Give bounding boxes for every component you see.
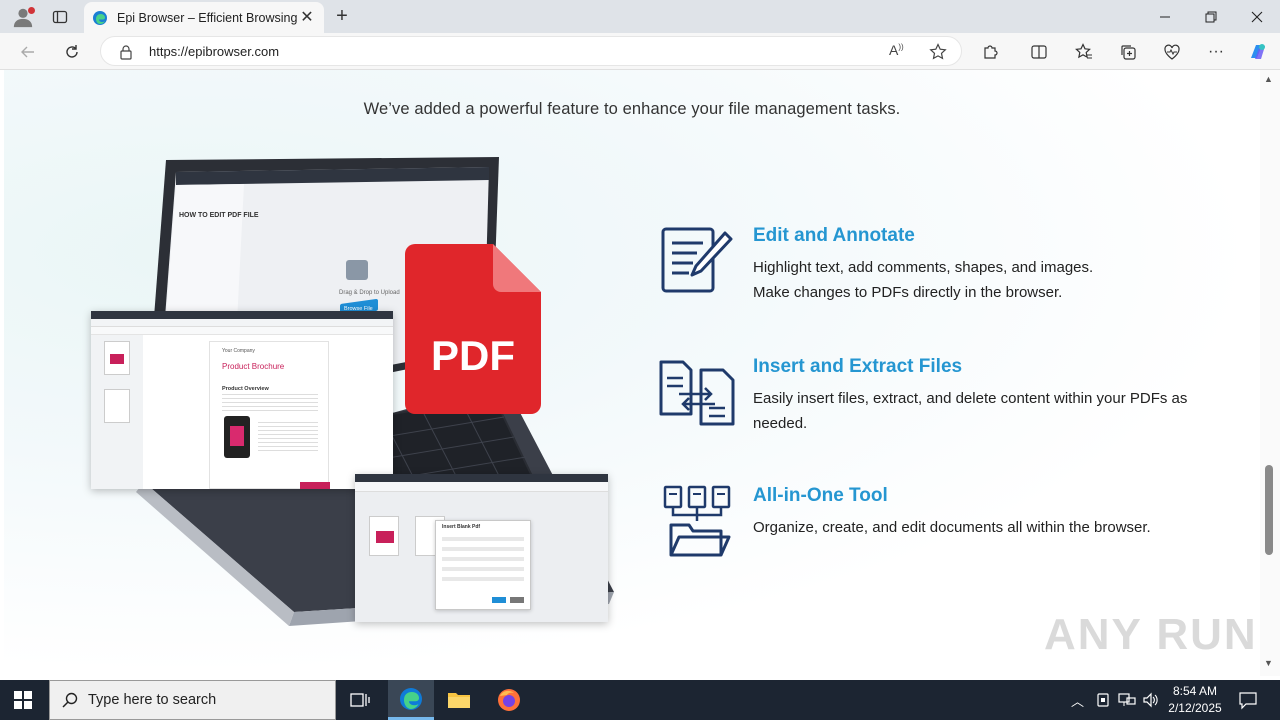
collections-icon [1121,45,1136,60]
scroll-thumb[interactable] [1265,465,1273,555]
copilot-button[interactable] [1244,38,1272,66]
clock-time: 8:54 AM [1172,684,1218,698]
windows-logo-icon [14,691,32,709]
tab-actions-button[interactable] [46,3,74,31]
profile-button[interactable] [8,2,38,32]
minimize-button[interactable] [1142,0,1188,33]
drag-drop-text: Drag & Drop to Upload [339,290,400,296]
intro-text: We’ve added a powerful feature to enhanc… [363,100,901,118]
feature-title-insert: Insert and Extract Files [753,356,963,377]
heart-pulse-icon [1164,44,1180,60]
device-icon[interactable] [1096,692,1110,708]
scroll-down-icon[interactable]: ▼ [1264,658,1273,668]
edit-document-icon [661,227,733,293]
copilot-icon [1251,44,1265,59]
active-tab[interactable]: Epi Browser – Efficient Browsing, Seamle… [84,2,324,33]
windows-taskbar: Type here to search ︿ 8:54 AM 2/12/2025 [0,680,1280,720]
navigation-bar: https://epibrowser.com A)) ··· [0,33,1280,70]
feature-desc-edit-line1: Highlight text, add comments, shapes, an… [753,259,1094,276]
scroll-up-icon[interactable]: ▲ [1264,74,1273,84]
feature-desc-insert: Easily insert files, extract, and delete… [753,390,1188,432]
web-page: We’ve added a powerful feature to enhanc… [4,70,1260,676]
taskbar-edge[interactable] [388,680,434,720]
start-button[interactable] [0,680,46,720]
taskbar-firefox[interactable] [486,680,532,720]
folder-documents-icon [663,485,731,557]
minimize-icon [1160,16,1170,17]
close-window-button[interactable] [1234,0,1280,33]
search-icon [62,692,78,708]
howto-title: HOW TO EDIT PDF FILE [179,212,259,219]
pdf-file-icon: PDF [405,244,541,414]
folder-icon [448,693,470,708]
restore-button[interactable] [1188,0,1234,33]
pdf-badge-label: PDF [431,332,515,379]
more-options-icon[interactable]: ··· [1202,38,1230,66]
volume-icon[interactable] [1142,692,1160,708]
puzzle-icon [984,45,998,59]
tab-close-icon[interactable]: ✕ [298,9,316,27]
notification-center-icon[interactable] [1238,690,1258,710]
editor-window-mock: Your Company Product Brochure Product Ov… [91,311,393,489]
task-view-icon [350,693,370,707]
feature-desc-allinone: Organize, create, and edit documents all… [753,519,1151,536]
search-placeholder: Type here to search [88,692,217,708]
browser-essentials-button[interactable] [1158,38,1186,66]
feature-desc-edit: Highlight text, add comments, shapes, an… [753,255,1223,305]
favorites-star-list-icon [1075,43,1092,59]
feature-title-edit: Edit and Annotate [753,225,915,246]
clock-date: 2/12/2025 [1168,701,1222,715]
insert-dialog-mock: Insert Blank Pdf [355,474,608,622]
restore-icon [1205,11,1217,22]
system-clock[interactable]: 8:54 AM 2/12/2025 [1162,683,1228,717]
file-transfer-icon [659,360,735,426]
taskbar-search-box[interactable]: Type here to search [49,680,336,720]
url-text[interactable]: https://epibrowser.com [149,44,279,59]
refresh-button[interactable] [58,38,86,66]
extensions-button[interactable] [977,38,1005,66]
show-hidden-icons-icon[interactable]: ︿ [1071,691,1084,710]
feature-desc-edit-line2: Make changes to PDFs directly in the bro… [753,284,1063,301]
favorite-star-icon[interactable] [929,43,947,61]
split-screen-icon [1031,45,1047,59]
close-icon [1251,11,1263,22]
page-scrollbar[interactable]: ▲ ▼ [1260,70,1280,676]
tab-title: Epi Browser – Efficient Browsing, Seamle… [117,10,298,25]
network-icon[interactable] [1118,692,1136,708]
taskbar-file-explorer[interactable] [436,680,482,720]
dialog-title: Insert Blank Pdf [442,524,481,530]
notification-dot [28,6,35,14]
back-arrow-icon [21,46,34,58]
split-screen-button[interactable] [1025,38,1053,66]
new-tab-button[interactable]: + [330,4,354,28]
refresh-icon [66,45,78,58]
brochure-title: Product Brochure [222,362,285,371]
brochure-company: Your Company [222,348,255,354]
favorites-button[interactable] [1070,38,1098,66]
edge-icon [400,687,422,710]
task-view-button[interactable] [337,680,383,720]
feature-title-allinone: All-in-One Tool [753,485,888,506]
brochure-section: Product Overview [222,386,269,392]
address-bar[interactable]: https://epibrowser.com A)) [100,36,962,66]
back-button[interactable] [14,38,42,66]
edge-favicon-icon [93,10,107,25]
collections-button[interactable] [1114,38,1142,66]
lock-icon[interactable] [119,44,133,60]
anyrun-watermark: ANY RUN [1044,610,1258,659]
read-aloud-icon[interactable]: A)) [889,42,904,58]
tab-actions-icon [52,10,68,23]
firefox-icon [498,689,520,711]
